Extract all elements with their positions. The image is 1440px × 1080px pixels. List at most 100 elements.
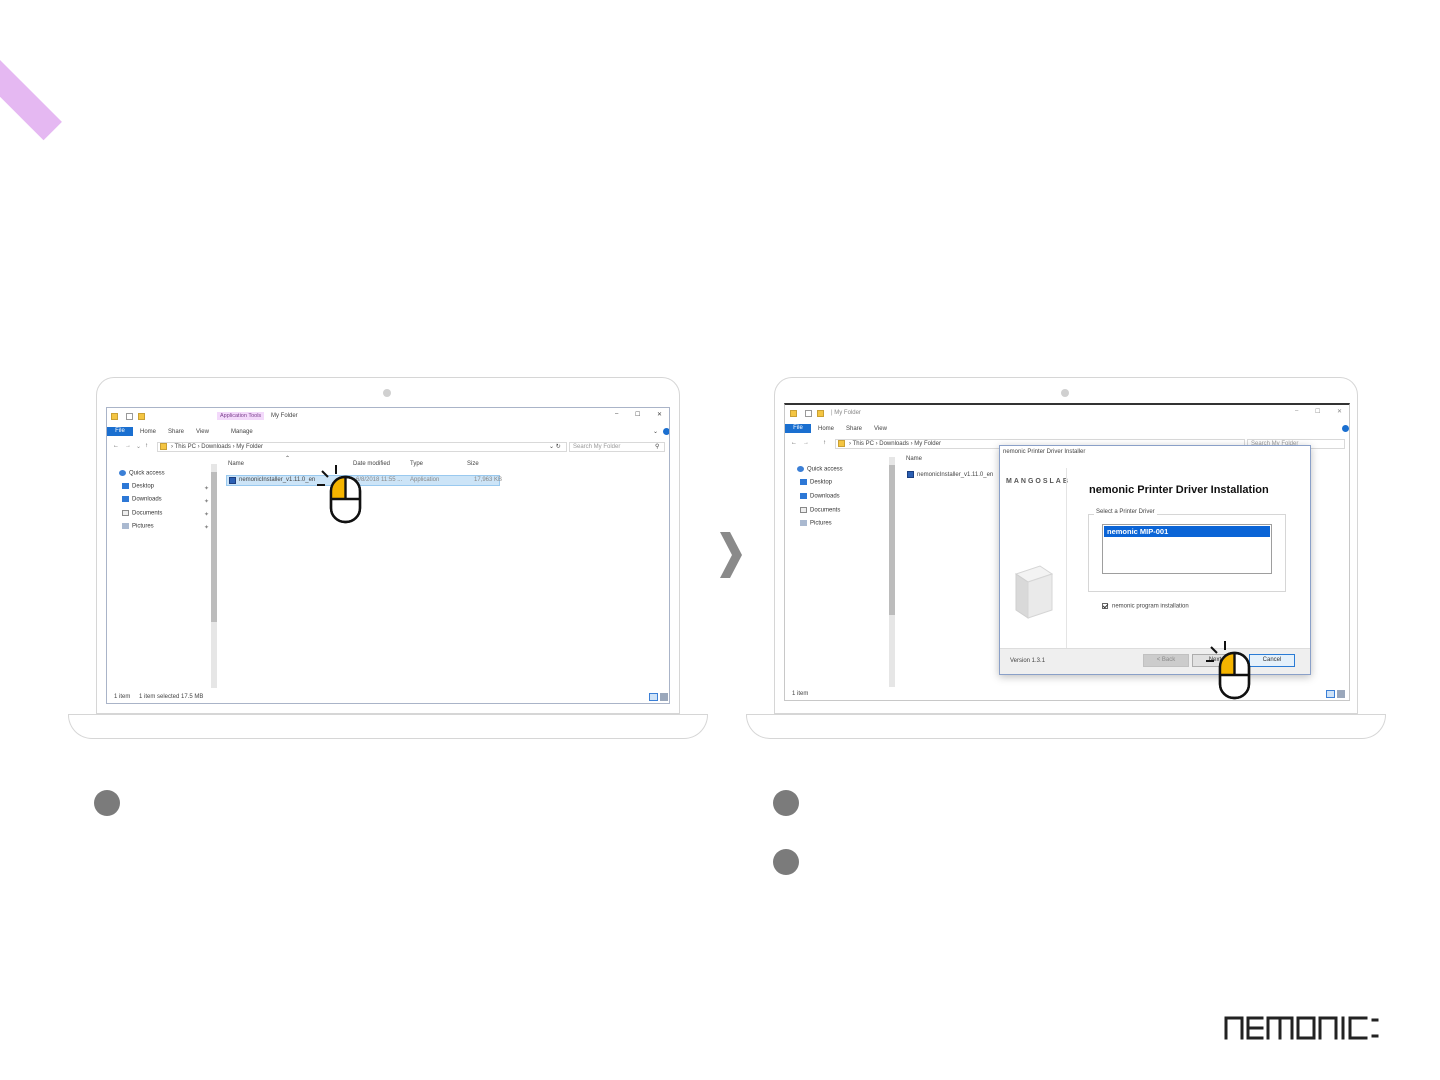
ribbon-tab-file[interactable]: File [785,424,811,433]
dialog-heading: nemonic Printer Driver Installation [1089,484,1269,496]
breadcrumb-downloads[interactable]: Downloads [201,444,231,450]
forward-icon[interactable]: → [125,443,131,449]
mouse-click-icon [317,465,362,524]
document-icon [800,507,807,513]
installer-dialog: nemonic Printer Driver Installer MANGOSL… [999,445,1311,675]
column-name[interactable]: Name [906,456,922,462]
column-type[interactable]: Type [410,461,423,467]
breadcrumb-this-pc[interactable]: This PC [175,444,196,450]
file-size: 17,963 KB [474,477,503,483]
close-icon[interactable]: ✕ [657,411,662,418]
column-name[interactable]: Name [228,461,244,467]
next-step-arrow-icon [720,532,742,578]
group-label: Select a Printer Driver [1094,509,1157,515]
download-icon [800,493,807,499]
help-icon[interactable] [1342,425,1349,432]
application-tools-tab[interactable]: Application Tools [217,412,265,420]
breadcrumb: › This PC › Downloads › My Folder [849,441,941,447]
nav-desktop[interactable]: Desktop [122,483,154,490]
document-icon [122,510,129,516]
nav-downloads[interactable]: Downloads [122,496,162,503]
minimize-icon[interactable]: – [1295,408,1298,414]
breadcrumb-my-folder[interactable]: My Folder [914,441,941,447]
breadcrumb-this-pc[interactable]: This PC [853,441,874,447]
ribbon-collapse-icon[interactable]: ⌄ [653,428,658,435]
back-icon[interactable]: ← [113,443,119,449]
webcam-dot [383,389,391,397]
ribbon-tab-view[interactable]: View [874,426,887,432]
file-explorer-window: Application Tools My Folder – ☐ ✕ File H… [106,407,670,704]
printer-icon [1014,565,1054,619]
star-icon [119,470,126,476]
nav-documents[interactable]: Documents [122,510,162,517]
mangoslab-logo: MANGOSLAB [1006,478,1070,485]
breadcrumb-downloads[interactable]: Downloads [879,441,909,447]
dialog-divider [1066,468,1067,648]
nav-documents[interactable]: Documents [800,507,840,514]
ribbon-tab-home[interactable]: Home [140,429,156,435]
recent-icon[interactable]: ⌄ [136,443,141,450]
ribbon-tab-manage[interactable]: Manage [231,429,253,435]
step-bullet-3 [773,849,799,875]
decorative-corner-stripe [0,30,62,141]
laptop-base [746,715,1386,739]
star-icon [797,466,804,472]
nav-scrollbar[interactable] [211,464,217,688]
help-icon[interactable] [663,428,669,435]
up-icon[interactable]: ↑ [823,440,826,446]
driver-option-selected[interactable]: nemonic MIP-001 [1104,526,1270,537]
pictures-icon [122,523,129,529]
ribbon-tab-share[interactable]: Share [168,429,184,435]
download-icon [122,496,129,502]
back-button[interactable]: < Back [1143,654,1189,667]
right-laptop-illustration: | My Folder – ☐ ✕ File Home Share View ←… [746,377,1386,742]
file-name[interactable]: nemonicInstaller_v1.11.0_en [239,477,315,483]
details-view-icon[interactable] [649,693,658,701]
nav-desktop[interactable]: Desktop [800,479,832,486]
search-icon: ⚲ [655,444,660,450]
breadcrumb-my-folder[interactable]: My Folder [236,444,263,450]
status-item-count: 1 item [792,691,809,697]
installer-app-icon [907,471,914,478]
ribbon-tab-file[interactable]: File [107,427,133,436]
checkbox-checked-icon[interactable] [1102,603,1108,609]
new-folder-icon [817,410,824,417]
column-size[interactable]: Size [467,461,479,467]
large-icons-view-icon[interactable] [1337,690,1345,698]
maximize-icon[interactable]: ☐ [1315,408,1320,415]
file-name[interactable]: nemonicInstaller_v1.11.0_en [917,472,993,478]
sort-chevron-icon: ⌃ [285,456,291,462]
installer-app-icon [229,477,236,484]
ribbon-tab-view[interactable]: View [196,429,209,435]
nav-pictures[interactable]: Pictures [122,523,154,530]
forward-icon[interactable]: → [803,440,809,446]
ribbon-tab-share[interactable]: Share [846,426,862,432]
mouse-click-icon [1206,641,1251,700]
step-bullet-2 [773,790,799,816]
desktop-icon [122,483,129,489]
search-input[interactable]: Search My Folder [569,442,665,452]
ribbon-tab-home[interactable]: Home [818,426,834,432]
nav-pictures[interactable]: Pictures [800,520,832,527]
large-icons-view-icon[interactable] [660,693,668,701]
status-item-count: 1 item [114,694,131,700]
details-view-icon[interactable] [1326,690,1335,698]
folder-icon [111,413,118,420]
refresh-icon[interactable]: ⌄ ↻ [549,443,561,450]
close-icon[interactable]: ✕ [1337,408,1342,415]
version-label: Version 1.3.1 [1010,658,1046,664]
desktop-icon [800,479,807,485]
file-type: Application [410,477,440,483]
cancel-button[interactable]: Cancel [1249,654,1295,667]
nav-scrollbar[interactable] [889,457,895,687]
up-icon[interactable]: ↑ [145,443,148,449]
back-icon[interactable]: ← [791,440,797,446]
nav-downloads[interactable]: Downloads [800,493,840,500]
maximize-icon[interactable]: ☐ [635,411,640,418]
nav-quick-access[interactable]: Quick access [797,466,843,473]
driver-listbox[interactable]: nemonic MIP-001 [1102,524,1272,574]
window-title: My Folder [271,413,298,419]
minimize-icon[interactable]: – [615,411,618,417]
program-install-checkbox[interactable]: nemonic program installation [1102,603,1189,610]
nav-quick-access[interactable]: Quick access [119,470,165,477]
